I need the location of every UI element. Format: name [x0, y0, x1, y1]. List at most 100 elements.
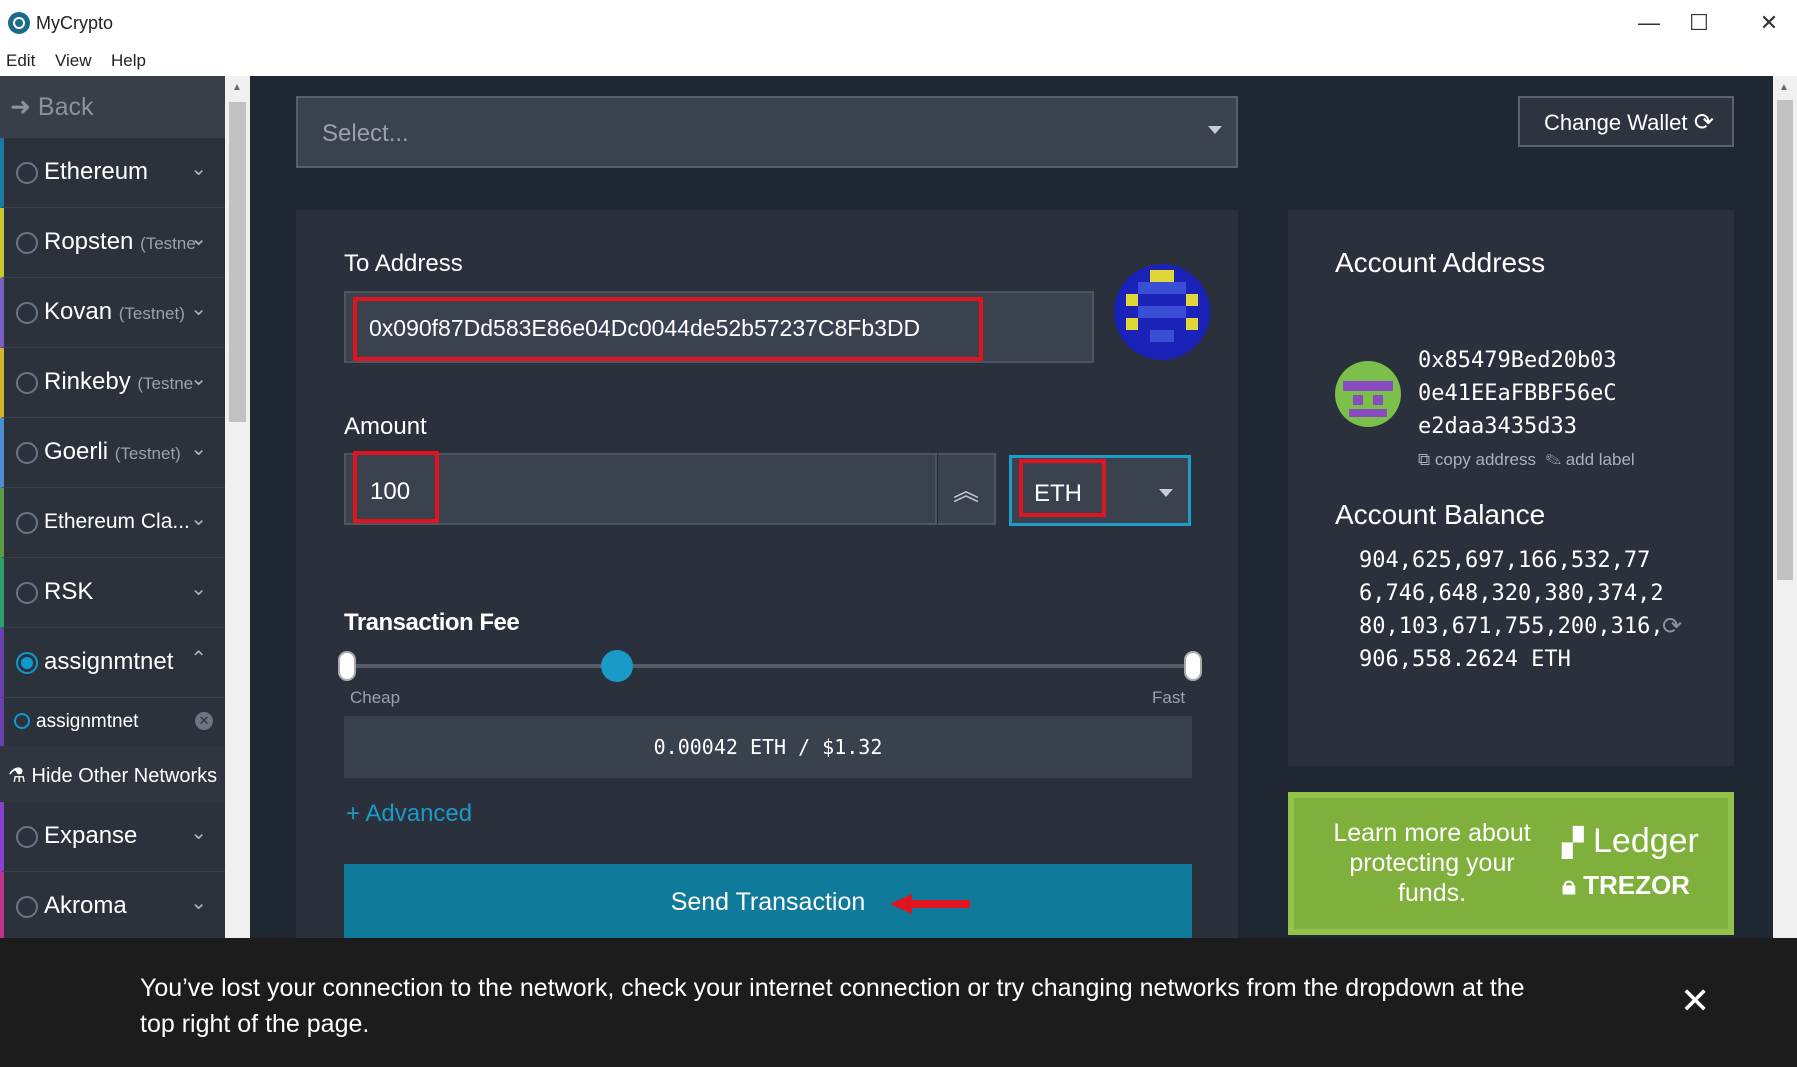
network-item-assignmtnet[interactable]: assignmtnet ⌃: [0, 628, 225, 698]
ledger-label: Ledger: [1593, 822, 1699, 860]
trezor-label: TREZOR: [1583, 870, 1690, 900]
amount-value: 100: [370, 478, 411, 505]
change-wallet-label: Change Wallet: [1544, 110, 1688, 135]
network-name: Ethereum Cla...: [44, 510, 190, 533]
network-sub: (Testnet): [114, 444, 181, 463]
back-button[interactable]: ➜ Back: [0, 76, 225, 138]
advanced-toggle[interactable]: + Advanced: [346, 800, 472, 828]
cheap-label: Cheap: [350, 688, 401, 707]
radio-selected-icon[interactable]: [16, 652, 38, 674]
scrollbar-thumb[interactable]: [1777, 100, 1793, 580]
chevron-down-icon[interactable]: ⌄: [190, 226, 207, 251]
network-item-rinkeby[interactable]: Rinkeby (Testne ⌄: [0, 348, 225, 418]
main-scrollbar[interactable]: ▲: [1773, 76, 1797, 938]
network-item-rsk[interactable]: RSK ⌄: [0, 558, 225, 628]
account-balance-value: 904,625,697,166,532,776,746,648,320,380,…: [1359, 548, 1664, 672]
token-select-dropdown[interactable]: Select...: [296, 96, 1238, 168]
network-item-ropsten[interactable]: Ropsten (Testne ⌄: [0, 208, 225, 278]
refresh-balance-icon[interactable]: ⟳: [1662, 612, 1682, 641]
double-chevron-up-icon: ︽: [952, 476, 979, 506]
minimize-button[interactable]: —: [1624, 8, 1674, 38]
fee-display: 0.00042 ETH / $1.32: [344, 716, 1192, 778]
red-arrow-icon: [890, 894, 970, 914]
radio-icon[interactable]: [16, 302, 38, 324]
remove-network-icon[interactable]: ✕: [195, 712, 213, 730]
chevron-up-icon[interactable]: ⌃: [190, 646, 207, 671]
sub-network-assignmtnet[interactable]: assignmtnet ✕: [0, 698, 225, 746]
chevron-down-icon[interactable]: ⌄: [190, 506, 207, 531]
fee-slider-track[interactable]: [346, 664, 1194, 668]
copy-icon[interactable]: ⧉: [1418, 450, 1430, 469]
transaction-fee-label: Transaction Fee: [344, 609, 520, 636]
network-item-goerli[interactable]: Goerli (Testnet) ⌄: [0, 418, 225, 488]
radio-icon[interactable]: [16, 826, 38, 848]
radio-icon[interactable]: [16, 232, 38, 254]
network-item-kovan[interactable]: Kovan (Testnet) ⌄: [0, 278, 225, 348]
add-label-link[interactable]: add label: [1566, 450, 1635, 469]
refresh-icon: ⟳: [1693, 109, 1714, 136]
send-transaction-button[interactable]: Send Transaction: [344, 864, 1192, 938]
ledger-logo: ▞ Ledger: [1562, 822, 1699, 861]
scrollbar-thumb[interactable]: [229, 102, 246, 422]
chevron-down-icon[interactable]: ⌄: [190, 296, 207, 321]
chevron-down-icon[interactable]: ⌄: [190, 576, 207, 601]
radio-icon[interactable]: [16, 582, 38, 604]
scroll-up-arrow-icon[interactable]: ▲: [1779, 82, 1789, 93]
radio-icon[interactable]: [16, 162, 38, 184]
chevron-down-icon[interactable]: ⌄: [190, 156, 207, 181]
hide-other-networks-button[interactable]: ⚗ Hide Other Networks: [0, 746, 225, 802]
network-sub: (Testnet): [118, 304, 185, 323]
account-identicon: [1335, 361, 1401, 427]
back-label: Back: [37, 93, 94, 121]
network-item-ethereum[interactable]: Ethereum ⌄: [0, 138, 225, 208]
chevron-down-icon[interactable]: ⌄: [190, 890, 207, 915]
fast-label: Fast: [1152, 688, 1186, 707]
radio-icon[interactable]: [16, 896, 38, 918]
radio-icon[interactable]: [16, 372, 38, 394]
copy-address-link[interactable]: copy address: [1435, 450, 1536, 469]
network-sub: (Testne: [140, 234, 196, 253]
amount-label: Amount: [344, 413, 427, 440]
chevron-down-icon[interactable]: ⌄: [190, 366, 207, 391]
ledger-icon: ▞: [1562, 827, 1584, 858]
trezor-logo: 🔒︎ TREZOR: [1562, 870, 1690, 902]
window-title: MyCrypto: [36, 13, 114, 33]
sidebar-scrollbar[interactable]: ▲: [225, 76, 250, 938]
to-address-value: 0x090f87Dd583E86e04Dc0044de52b57237C8Fb3…: [369, 315, 921, 341]
radio-icon[interactable]: [16, 512, 38, 534]
close-notification-icon[interactable]: ✕: [1680, 980, 1710, 1022]
chevron-down-icon[interactable]: ⌄: [190, 436, 207, 461]
menu-help[interactable]: Help: [111, 51, 146, 71]
mycrypto-logo-icon: [8, 12, 30, 34]
pencil-icon[interactable]: ✎: [1545, 450, 1561, 469]
close-button[interactable]: ✕: [1744, 8, 1794, 38]
network-item-expanse[interactable]: Expanse ⌄: [0, 802, 225, 872]
network-item-akroma[interactable]: Akroma ⌄: [0, 872, 225, 938]
account-balance-title: Account Balance: [1335, 499, 1546, 530]
menu-edit[interactable]: Edit: [6, 51, 35, 71]
network-name: Ropsten: [44, 228, 134, 255]
hide-other-label: Hide Other Networks: [31, 765, 218, 787]
network-sub: (Testne: [137, 374, 194, 393]
lock-icon: 🔒︎: [1562, 870, 1576, 900]
network-name: assignmtnet: [44, 648, 174, 675]
menu-view[interactable]: View: [55, 51, 92, 71]
radio-icon[interactable]: [16, 442, 38, 464]
send-everything-button[interactable]: ︽: [937, 453, 996, 525]
network-item-ethereum-classic[interactable]: Ethereum Cla... ⌄: [0, 488, 225, 558]
recipient-identicon: [1114, 264, 1210, 360]
chevron-down-icon[interactable]: ⌄: [190, 820, 207, 845]
change-wallet-button[interactable]: Change Wallet ⟳: [1518, 96, 1734, 147]
maximize-button[interactable]: ☐: [1674, 8, 1724, 38]
scroll-up-arrow-icon[interactable]: ▲: [232, 82, 242, 93]
to-address-label: To Address: [344, 250, 463, 277]
fee-slider-handle[interactable]: [601, 650, 633, 682]
network-sidebar: ➜ Back Ethereum ⌄ Ropsten (Testne ⌄ Kova…: [0, 76, 225, 938]
radio-selected-icon[interactable]: [14, 713, 30, 729]
network-name: Kovan: [44, 298, 113, 325]
account-address-value: 0x85479Bed20b030e41EEaFBBF56eCe2daa3435d…: [1418, 348, 1617, 439]
send-transaction-label: Send Transaction: [670, 888, 866, 916]
notification-text: You’ve lost your connection to the netwo…: [140, 974, 1525, 1038]
back-arrow-icon: ➜: [10, 93, 38, 121]
select-placeholder: Select...: [322, 120, 409, 147]
